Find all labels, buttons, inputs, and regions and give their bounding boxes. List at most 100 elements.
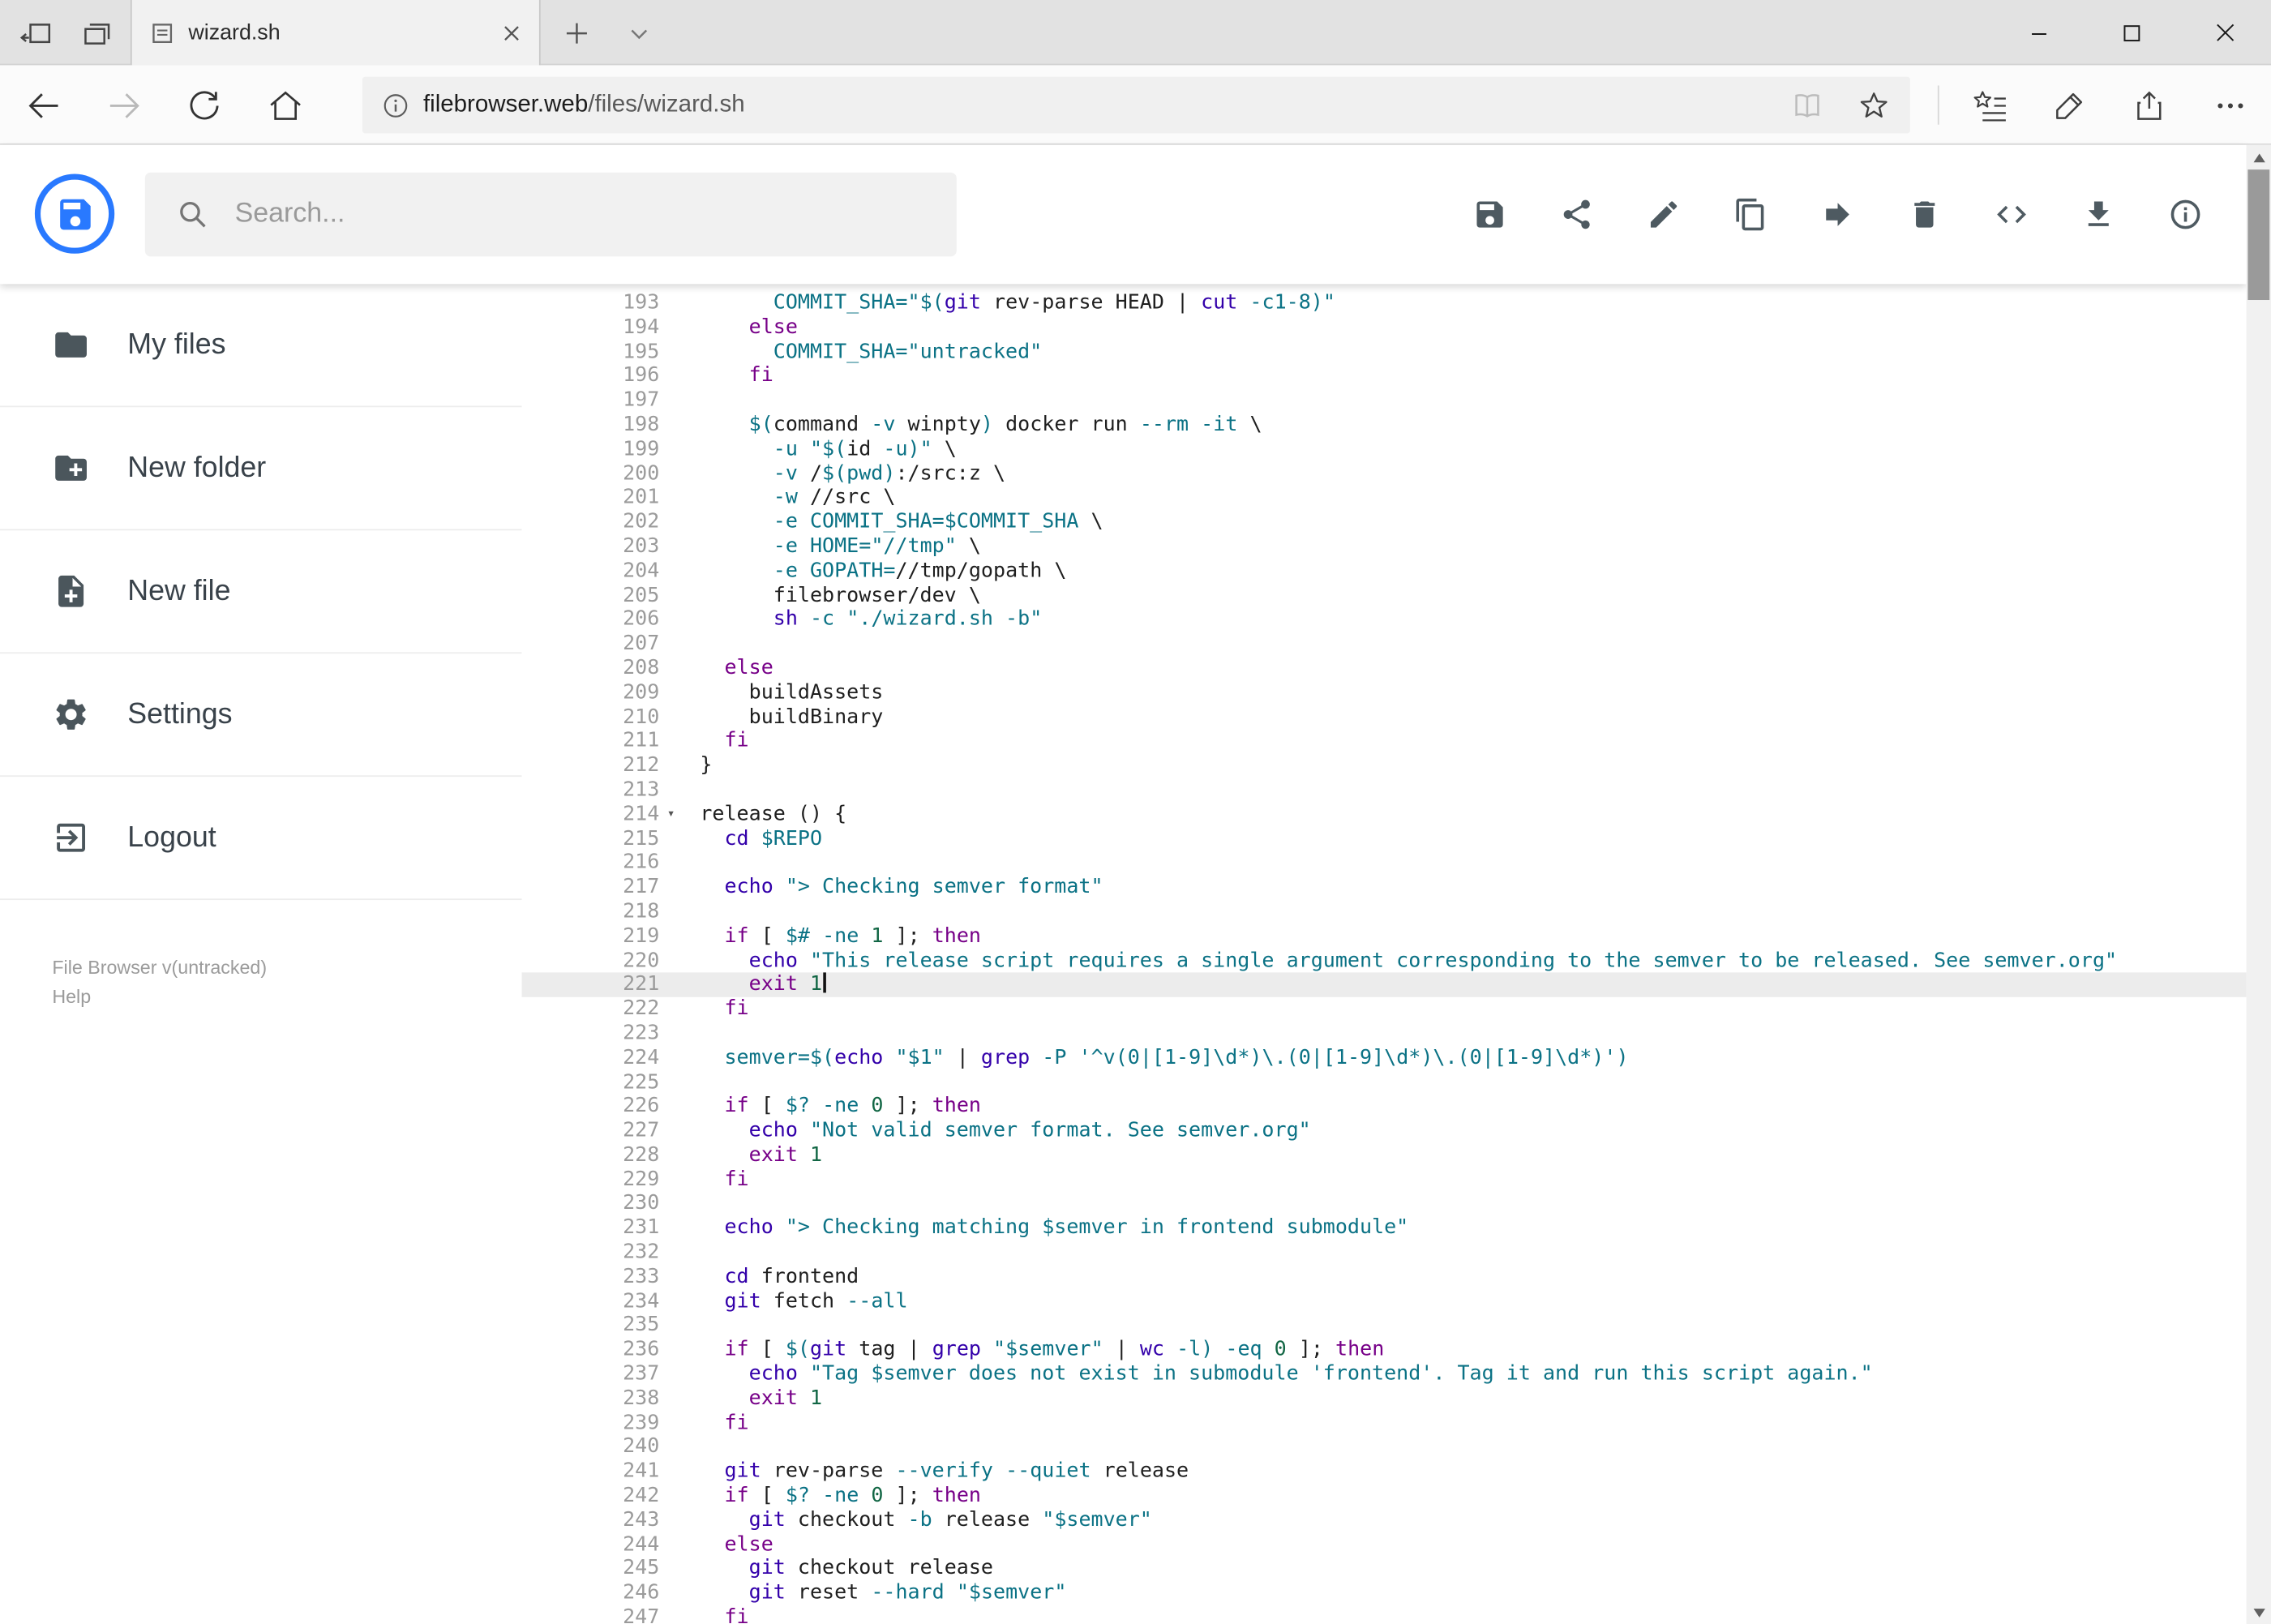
tab-preview-toggle[interactable] (609, 0, 670, 65)
code-line[interactable]: 201 -w //src \ (521, 486, 2246, 510)
code-text[interactable]: fi (683, 1606, 748, 1624)
code-text[interactable]: if [ $? -ne 0 ]; then (683, 1095, 980, 1119)
code-text[interactable]: semver=$(echo "$1" | grep -P '^v(0|[1-9]… (683, 1046, 1628, 1070)
code-text[interactable]: fi (683, 1168, 748, 1192)
vertical-scrollbar[interactable] (2246, 144, 2271, 1624)
fold-marker-icon[interactable]: ▾ (659, 803, 683, 827)
code-text[interactable]: else (683, 315, 798, 340)
code-line[interactable]: 237 echo "Tag $semver does not exist in … (521, 1362, 2246, 1386)
scrollbar-thumb[interactable] (2247, 169, 2270, 301)
code-text[interactable]: if [ $? -ne 0 ]; then (683, 1484, 980, 1508)
search-input[interactable] (234, 198, 873, 231)
sidebar-item-logout[interactable]: Logout (0, 777, 522, 901)
code-text[interactable]: } (683, 754, 712, 778)
new-tab-button[interactable] (546, 0, 607, 65)
code-text[interactable]: echo "> Checking semver format" (683, 876, 1103, 900)
code-text[interactable]: echo "Not valid semver format. See semve… (683, 1119, 1311, 1143)
code-line[interactable]: 215 cd $REPO (521, 827, 2246, 851)
forward-button[interactable] (94, 75, 155, 135)
code-line[interactable]: 239 fi (521, 1411, 2246, 1435)
refresh-button[interactable] (174, 75, 234, 135)
share-page-button[interactable] (2119, 75, 2179, 135)
code-line[interactable]: 243 git checkout -b release "$semver" (521, 1508, 2246, 1532)
code-line[interactable]: 221 exit 1 (521, 972, 2247, 997)
code-text[interactable]: git checkout release (683, 1558, 993, 1582)
code-line[interactable]: 230 (521, 1192, 2246, 1216)
minimize-button[interactable] (1993, 0, 2085, 65)
code-text[interactable]: -v /$(pwd):/src:z \ (683, 461, 1005, 486)
code-text[interactable] (683, 1070, 700, 1095)
code-text[interactable]: -u "$(id -u)" \ (683, 437, 957, 461)
code-line[interactable]: 233 cd frontend (521, 1265, 2246, 1289)
code-text[interactable] (683, 851, 700, 876)
code-line[interactable]: 219 if [ $# -ne 1 ]; then (521, 924, 2246, 949)
code-text[interactable]: echo "Tag $semver does not exist in subm… (683, 1362, 1873, 1386)
code-text[interactable] (683, 1192, 700, 1216)
tab-close-icon[interactable] (503, 24, 520, 41)
address-bar[interactable]: filebrowser.web/files/wizard.sh (362, 76, 1910, 134)
edit-button[interactable] (1647, 197, 1682, 232)
code-line[interactable]: 196 fi (521, 364, 2246, 388)
code-line[interactable]: 209 buildAssets (521, 681, 2246, 705)
code-line[interactable]: 247 fi (521, 1606, 2246, 1624)
code-text[interactable] (683, 632, 700, 657)
set-tabs-aside-button[interactable] (6, 0, 66, 65)
code-text[interactable]: cd frontend (683, 1265, 859, 1289)
code-text[interactable] (683, 1022, 700, 1046)
sidebar-item-new-file[interactable]: New file (0, 530, 522, 654)
code-text[interactable]: exit 1 (683, 972, 826, 997)
code-text[interactable] (683, 900, 700, 924)
code-text[interactable]: if [ $# -ne 1 ]; then (683, 924, 980, 949)
code-text[interactable]: echo "> Checking matching $semver in fro… (683, 1216, 1408, 1240)
web-note-button[interactable] (2039, 75, 2100, 135)
home-button[interactable] (255, 75, 316, 135)
tabs-set-aside-button[interactable] (66, 0, 127, 65)
code-text[interactable]: git checkout -b release "$semver" (683, 1508, 1152, 1532)
scroll-up-button[interactable] (2247, 145, 2271, 169)
code-line[interactable]: 235 (521, 1313, 2246, 1338)
site-info-icon[interactable] (383, 92, 409, 118)
code-text[interactable] (683, 1240, 700, 1265)
delete-button[interactable] (1907, 197, 1942, 232)
search-box[interactable] (144, 172, 957, 257)
code-text[interactable] (683, 1313, 700, 1338)
move-button[interactable] (1820, 197, 1855, 232)
code-text[interactable]: COMMIT_SHA="$(git rev-parse HEAD | cut -… (683, 291, 1335, 315)
back-button[interactable] (13, 75, 74, 135)
share-button[interactable] (1559, 197, 1594, 232)
code-line[interactable]: 197 (521, 388, 2246, 413)
download-button[interactable] (2081, 197, 2116, 232)
code-line[interactable]: 217 echo "> Checking semver format" (521, 876, 2246, 900)
code-line[interactable]: 223 (521, 1022, 2246, 1046)
code-text[interactable]: fi (683, 730, 748, 754)
reading-view-button[interactable] (1776, 75, 1837, 135)
code-line[interactable]: 231 echo "> Checking matching $semver in… (521, 1216, 2246, 1240)
code-text[interactable]: else (683, 1533, 773, 1558)
code-line[interactable]: 193 COMMIT_SHA="$(git rev-parse HEAD | c… (521, 291, 2246, 315)
save-button[interactable] (1472, 197, 1507, 232)
code-text[interactable]: -w //src \ (683, 486, 896, 510)
code-line[interactable]: 218 (521, 900, 2246, 924)
code-line[interactable]: 245 git checkout release (521, 1558, 2246, 1582)
code-text[interactable]: git fetch --all (683, 1289, 907, 1313)
add-favorite-button[interactable] (1844, 75, 1905, 135)
code-text[interactable]: if [ $(git tag | grep "$semver" | wc -l)… (683, 1338, 1384, 1362)
code-line[interactable]: 210 buildBinary (521, 705, 2246, 730)
close-window-button[interactable] (2179, 0, 2271, 65)
code-line[interactable]: 236 if [ $(git tag | grep "$semver" | wc… (521, 1338, 2246, 1362)
code-line[interactable]: 194 else (521, 315, 2246, 340)
code-text[interactable]: buildAssets (683, 681, 884, 705)
code-line[interactable]: 206 sh -c "./wizard.sh -b" (521, 608, 2246, 632)
code-text[interactable]: cd $REPO (683, 827, 822, 851)
code-line[interactable]: 204 -e GOPATH=//tmp/gopath \ (521, 559, 2246, 584)
code-text[interactable]: -e COMMIT_SHA=$COMMIT_SHA \ (683, 511, 1103, 535)
code-line[interactable]: 205 filebrowser/dev \ (521, 584, 2246, 608)
maximize-button[interactable] (2085, 0, 2178, 65)
code-line[interactable]: 212} (521, 754, 2246, 778)
code-text[interactable]: else (683, 657, 773, 681)
scroll-down-button[interactable] (2247, 1600, 2271, 1624)
code-line[interactable]: 228 exit 1 (521, 1143, 2246, 1168)
code-line[interactable]: 208 else (521, 657, 2246, 681)
browser-tab[interactable]: wizard.sh (130, 0, 541, 66)
code-line[interactable]: 207 (521, 632, 2246, 657)
